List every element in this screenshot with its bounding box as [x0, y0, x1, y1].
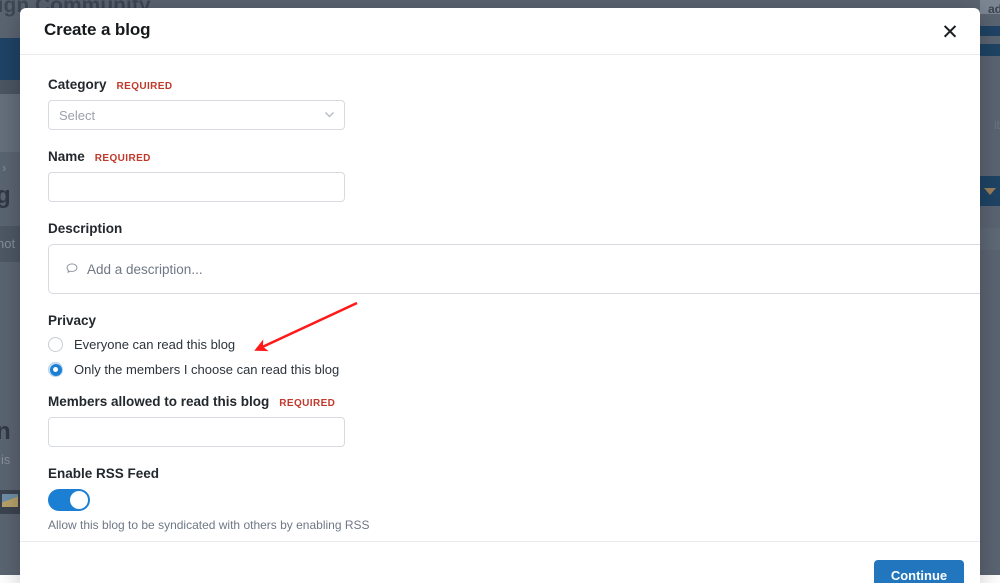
- description-placeholder: Add a description...: [87, 262, 203, 277]
- members-label-row: Members allowed to read this blog REQUIR…: [48, 394, 956, 409]
- field-category: Category REQUIRED Select: [48, 77, 956, 130]
- privacy-option-everyone[interactable]: Everyone can read this blog: [48, 337, 956, 352]
- background-caret-icon: ›: [2, 160, 6, 175]
- background-right-block-4: [980, 228, 1000, 250]
- radio-icon-everyone[interactable]: [48, 337, 63, 352]
- background-nav-highlight: [0, 80, 22, 94]
- close-icon[interactable]: ✕: [936, 18, 964, 46]
- category-select[interactable]: Select: [48, 100, 345, 130]
- field-name: Name REQUIRED: [48, 149, 956, 202]
- privacy-option-members[interactable]: Only the members I choose can read this …: [48, 362, 956, 377]
- name-required-badge: REQUIRED: [95, 153, 151, 164]
- field-rss: Enable RSS Feed Allow this blog to be sy…: [48, 466, 956, 532]
- background-right-text-it: it: [994, 118, 1000, 132]
- modal-header: Create a blog ✕: [20, 8, 980, 55]
- members-label: Members allowed to read this blog: [48, 394, 269, 409]
- description-input[interactable]: Add a description...: [48, 244, 980, 294]
- field-privacy: Privacy Everyone can read this blog Only…: [48, 313, 956, 377]
- background-text-g: g: [0, 182, 11, 210]
- category-label-row: Category REQUIRED: [48, 77, 956, 92]
- rss-toggle[interactable]: [48, 489, 90, 511]
- name-label: Name: [48, 149, 85, 164]
- field-members: Members allowed to read this blog REQUIR…: [48, 394, 956, 447]
- privacy-option-members-label: Only the members I choose can read this …: [74, 362, 339, 377]
- background-right-triangle-icon: [984, 188, 996, 195]
- description-label-row: Description: [48, 221, 956, 236]
- category-select-wrapper: Select: [48, 100, 345, 130]
- modal-footer: Continue: [20, 541, 980, 583]
- continue-button[interactable]: Continue: [874, 560, 964, 583]
- background-right-text-ad: ad: [988, 2, 1000, 16]
- background-right-block-2: [980, 44, 1000, 56]
- page-title: Create a blog: [44, 20, 150, 40]
- privacy-label: Privacy: [48, 313, 96, 328]
- privacy-option-everyone-label: Everyone can read this blog: [74, 337, 235, 352]
- radio-icon-members-selected[interactable]: [48, 362, 63, 377]
- rss-help-text: Allow this blog to be syndicated with ot…: [48, 518, 956, 532]
- field-description: Description Add a description...: [48, 221, 956, 294]
- description-label: Description: [48, 221, 122, 236]
- rss-label-row: Enable RSS Feed: [48, 466, 956, 481]
- name-input[interactable]: [48, 172, 345, 202]
- background-right-block-1: [980, 26, 1000, 36]
- background-text-not: not: [0, 236, 15, 251]
- background-thumbnail-image: [2, 494, 18, 507]
- background-nav-panel-secondary: [0, 90, 22, 152]
- create-blog-modal: Create a blog ✕ Category REQUIRED Select…: [20, 8, 980, 583]
- rss-label: Enable RSS Feed: [48, 466, 159, 481]
- privacy-label-row: Privacy: [48, 313, 956, 328]
- category-required-badge: REQUIRED: [117, 81, 173, 92]
- background-text-n: n: [0, 418, 11, 446]
- category-label: Category: [48, 77, 107, 92]
- comment-icon: [65, 262, 79, 276]
- name-label-row: Name REQUIRED: [48, 149, 956, 164]
- background-text-is: is: [1, 452, 10, 467]
- members-required-badge: REQUIRED: [279, 398, 335, 409]
- members-input[interactable]: [48, 417, 345, 447]
- modal-body: Category REQUIRED Select Name REQUIRED D…: [20, 55, 980, 540]
